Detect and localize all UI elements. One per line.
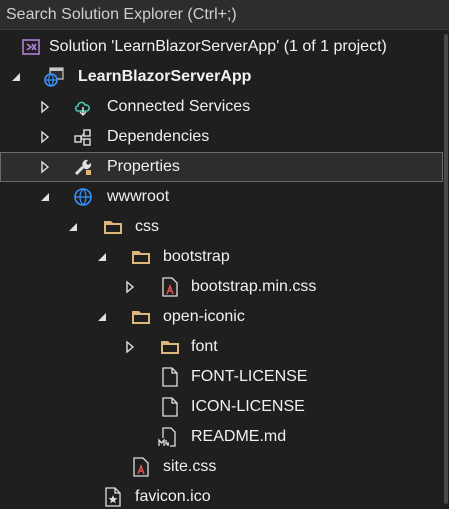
connected-services-icon <box>74 101 90 116</box>
chevron-expanded-icon[interactable] <box>95 310 109 324</box>
markdown-file-icon <box>158 427 176 447</box>
tree-item-properties[interactable]: Properties <box>0 152 443 182</box>
chevron-expanded-icon[interactable] <box>9 70 23 84</box>
tree-item-label: Properties <box>107 158 180 175</box>
tree-item-wwwroot[interactable]: wwwroot <box>0 182 443 212</box>
tree-item-css[interactable]: css <box>0 212 443 242</box>
tree-item-label: FONT-LICENSE <box>191 368 308 385</box>
vertical-scrollbar[interactable] <box>443 30 449 509</box>
tree-item-bootstrap-min-css[interactable]: bootstrap.min.css <box>0 272 443 302</box>
tree-item-open-iconic[interactable]: open-iconic <box>0 302 443 332</box>
tree-item-label: LearnBlazorServerApp <box>78 68 252 85</box>
tree-item-label: open-iconic <box>163 308 245 325</box>
project-icon <box>44 67 64 87</box>
file-icon <box>162 367 178 387</box>
tree-item-favicon[interactable]: favicon.ico <box>0 482 443 509</box>
solution-icon <box>22 39 40 55</box>
chevron-collapsed-icon[interactable] <box>38 130 52 144</box>
chevron-expanded-icon[interactable] <box>38 190 52 204</box>
image-file-icon <box>105 487 121 507</box>
tree-item-connected-services[interactable]: Connected Services <box>0 92 443 122</box>
tree-item-label: font <box>191 338 218 355</box>
css-file-icon <box>133 457 149 477</box>
chevron-expanded-icon[interactable] <box>66 220 80 234</box>
css-file-icon <box>162 277 178 297</box>
tree-item-bootstrap[interactable]: bootstrap <box>0 242 443 272</box>
chevron-collapsed-icon[interactable] <box>123 340 137 354</box>
solution-tree: Solution 'LearnBlazorServerApp' (1 of 1 … <box>0 32 443 509</box>
tree-item-label: wwwroot <box>107 188 170 205</box>
tree-item-label: Connected Services <box>107 98 251 115</box>
scrollbar-thumb[interactable] <box>444 34 448 504</box>
tree-item-icon-license[interactable]: ICON-LICENSE <box>0 392 443 422</box>
dependencies-icon <box>74 129 91 146</box>
tree-item-label: css <box>135 218 159 235</box>
file-icon <box>162 397 178 417</box>
tree-item-readme[interactable]: README.md <box>0 422 443 452</box>
tree-item-label: site.css <box>163 458 217 475</box>
chevron-expanded-icon[interactable] <box>95 250 109 264</box>
chevron-collapsed-icon[interactable] <box>38 100 52 114</box>
tree-item-label: Dependencies <box>107 128 210 145</box>
tree-item-label: bootstrap.min.css <box>191 278 317 295</box>
tree-item-site-css[interactable]: site.css <box>0 452 443 482</box>
globe-icon <box>74 188 92 206</box>
tree-item-font[interactable]: font <box>0 332 443 362</box>
tree-item-project[interactable]: LearnBlazorServerApp <box>0 62 443 92</box>
tree-item-label: bootstrap <box>163 248 230 265</box>
folder-icon <box>104 221 122 234</box>
tree-item-font-license[interactable]: FONT-LICENSE <box>0 362 443 392</box>
folder-icon <box>132 251 150 264</box>
tree-item-solution[interactable]: Solution 'LearnBlazorServerApp' (1 of 1 … <box>0 32 443 62</box>
folder-icon <box>132 311 150 324</box>
tree-item-label: ICON-LICENSE <box>191 398 305 415</box>
wrench-icon <box>74 159 92 176</box>
folder-icon <box>161 341 179 354</box>
tree-item-dependencies[interactable]: Dependencies <box>0 122 443 152</box>
chevron-collapsed-icon[interactable] <box>123 280 137 294</box>
solution-explorer: Solution 'LearnBlazorServerApp' (1 of 1 … <box>0 0 449 509</box>
search-input[interactable] <box>0 0 445 29</box>
tree-item-label: README.md <box>191 428 287 445</box>
tree-item-label: favicon.ico <box>135 488 211 505</box>
tree-item-label: Solution 'LearnBlazorServerApp' (1 of 1 … <box>49 38 387 55</box>
search-bar <box>0 0 449 30</box>
chevron-collapsed-icon[interactable] <box>38 160 52 174</box>
